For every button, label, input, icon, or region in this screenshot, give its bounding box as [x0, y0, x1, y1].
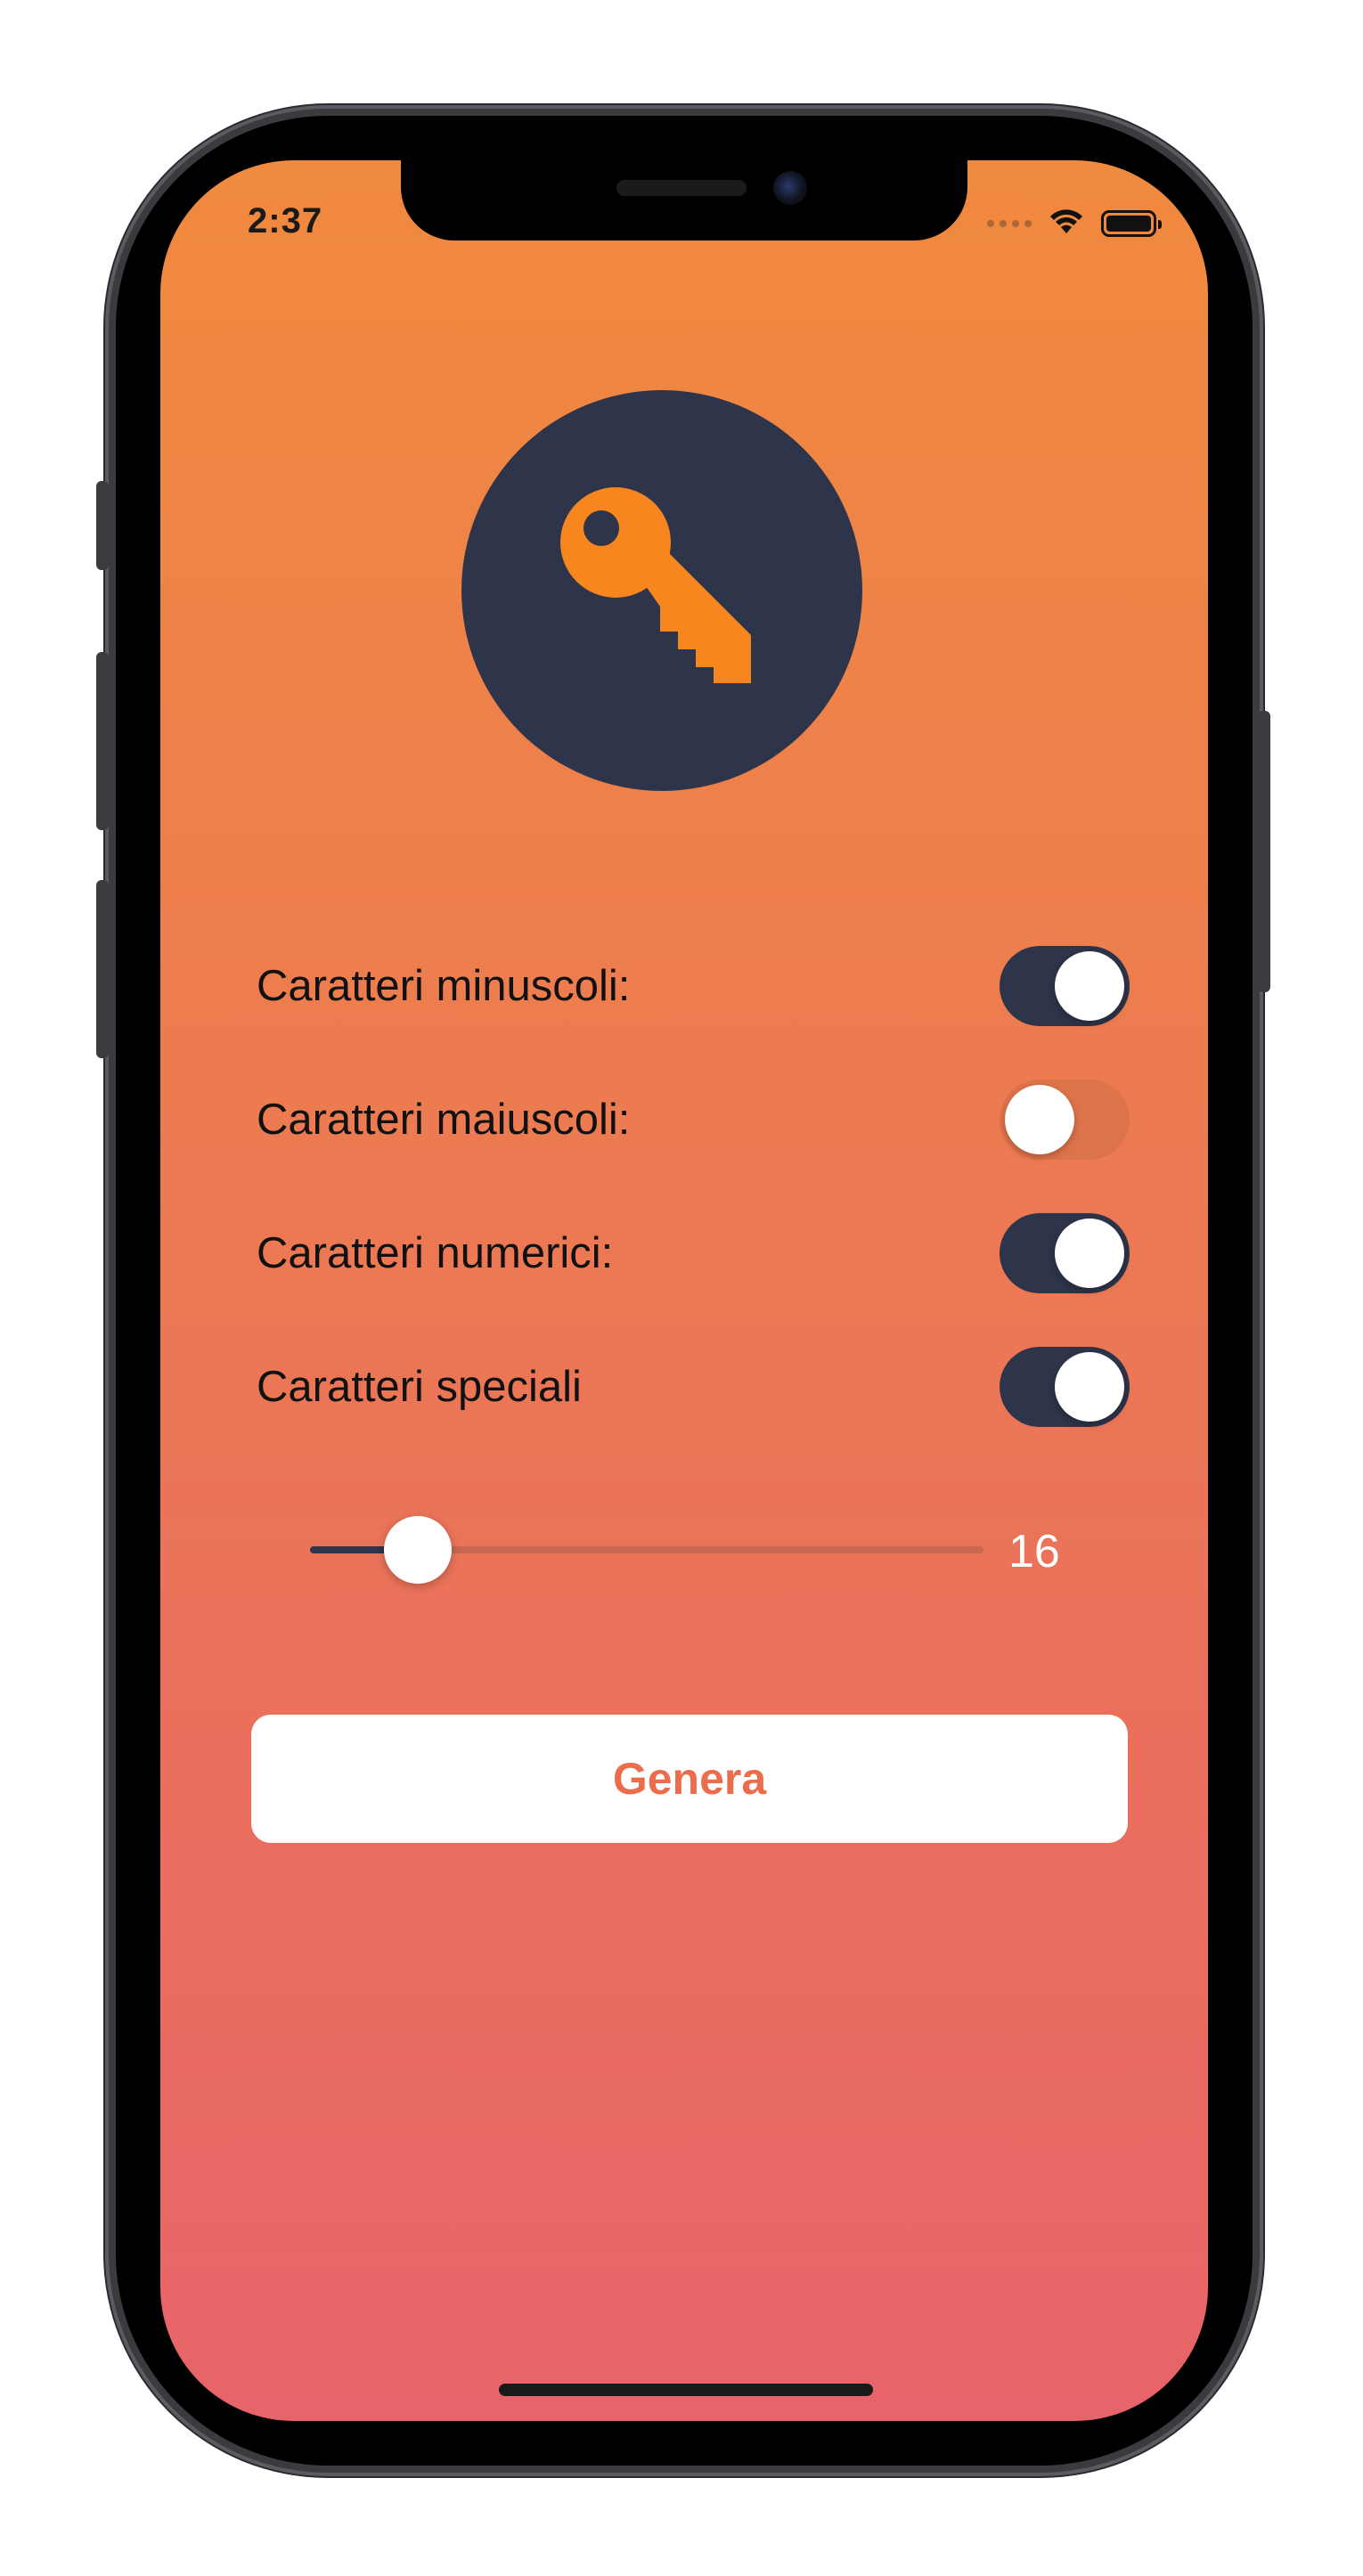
option-label-uppercase: Caratteri maiuscoli:	[257, 1096, 631, 1144]
option-label-special: Caratteri speciali	[257, 1363, 582, 1411]
option-row-special: Caratteri speciali	[257, 1347, 1130, 1427]
toggle-knob	[1005, 1085, 1074, 1154]
toggle-numeric[interactable]	[1000, 1213, 1130, 1293]
app-logo	[461, 390, 862, 791]
mute-switch	[96, 481, 109, 570]
option-row-uppercase: Caratteri maiuscoli:	[257, 1080, 1130, 1160]
app-screen: 2:37 Caratteri minuscoli: Caratteri maiu…	[160, 160, 1208, 2421]
volume-down-button	[96, 880, 109, 1058]
option-row-lowercase: Caratteri minuscoli:	[257, 946, 1130, 1026]
generate-button[interactable]: Genera	[251, 1715, 1128, 1843]
option-row-numeric: Caratteri numerici:	[257, 1213, 1130, 1293]
toggle-knob	[1055, 951, 1124, 1021]
toggle-lowercase[interactable]	[1000, 946, 1130, 1026]
cellular-signal-icon	[987, 219, 1032, 227]
battery-icon	[1101, 209, 1162, 237]
option-label-numeric: Caratteri numerici:	[257, 1229, 614, 1277]
toggle-knob	[1055, 1219, 1124, 1288]
option-label-lowercase: Caratteri minuscoli:	[257, 962, 631, 1010]
toggle-special[interactable]	[1000, 1347, 1130, 1427]
status-icons	[987, 207, 1162, 240]
status-time: 2:37	[248, 201, 323, 240]
home-indicator[interactable]	[499, 2384, 873, 2396]
key-icon	[546, 473, 778, 709]
length-value: 16	[1008, 1526, 1060, 1577]
earpiece-speaker	[616, 180, 747, 196]
volume-up-button	[96, 652, 109, 830]
notch	[401, 160, 967, 240]
front-camera	[773, 171, 807, 205]
length-slider[interactable]	[310, 1514, 987, 1586]
slider-thumb[interactable]	[384, 1516, 452, 1584]
toggle-uppercase[interactable]	[1000, 1080, 1130, 1160]
wifi-icon	[1048, 207, 1085, 240]
toggle-knob	[1055, 1352, 1124, 1422]
power-button	[1258, 711, 1270, 992]
